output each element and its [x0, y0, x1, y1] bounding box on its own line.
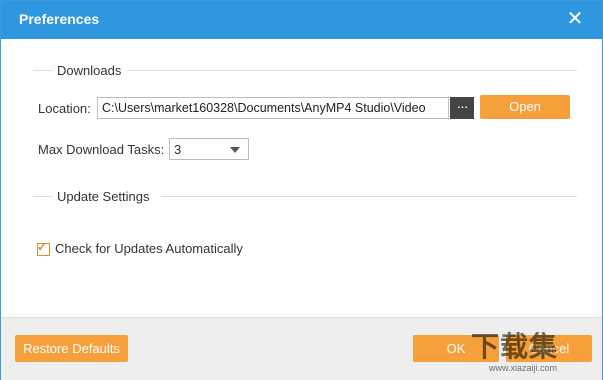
location-field[interactable]: C:\Users\market160328\Documents\AnyMP4 S… — [97, 97, 449, 119]
browse-button[interactable]: ··· — [450, 97, 474, 119]
check-icon: ✓ — [37, 240, 48, 254]
section-divider — [33, 196, 55, 197]
update-section-title: Update Settings — [53, 189, 154, 204]
auto-update-checkbox[interactable]: ✓ — [37, 240, 50, 256]
restore-defaults-button[interactable]: Restore Defaults — [15, 335, 128, 362]
title-bar: Preferences ✕ — [1, 1, 602, 39]
chevron-down-icon — [230, 147, 240, 153]
watermark-url: www.xiazaiji.com — [489, 363, 558, 373]
dialog-body: Downloads Location: C:\Users\market16032… — [1, 39, 602, 317]
preferences-dialog: Preferences ✕ Downloads Location: C:\Use… — [0, 0, 603, 380]
watermark-text: 下载集 — [471, 330, 559, 363]
max-tasks-select[interactable]: 3 — [169, 138, 249, 160]
close-icon[interactable]: ✕ — [564, 8, 586, 30]
dialog-title: Preferences — [19, 11, 100, 27]
max-tasks-label: Max Download Tasks: — [38, 142, 165, 157]
watermark-logo: 下载集 www.xiazaiji.com — [471, 325, 599, 379]
max-tasks-value: 3 — [174, 142, 182, 157]
section-divider — [33, 70, 55, 71]
location-label: Location: — [38, 101, 91, 116]
auto-update-label[interactable]: Check for Updates Automatically — [55, 241, 243, 256]
downloads-section-title: Downloads — [53, 63, 126, 78]
open-button[interactable]: Open — [480, 95, 570, 119]
section-divider — [127, 70, 577, 71]
section-divider — [161, 196, 577, 197]
